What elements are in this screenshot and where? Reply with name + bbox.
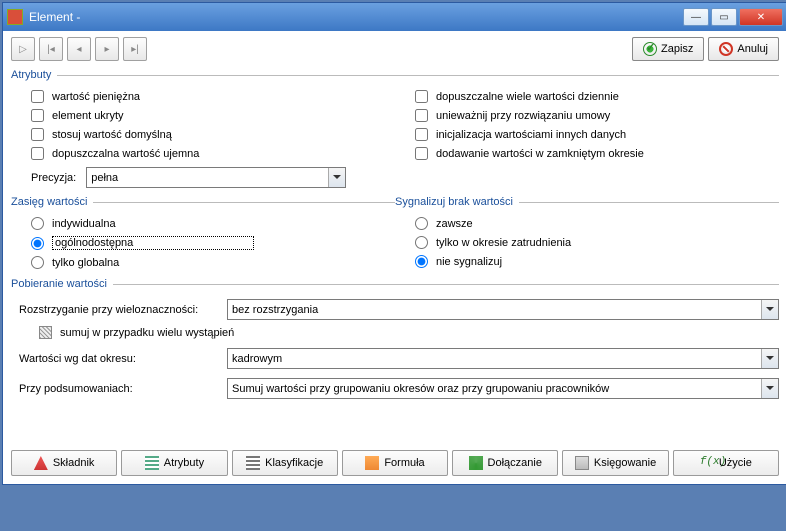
window: Element - — ▭ ✕ ▷ |◂ ◂ ▸ ▸| Zapisz Anulu… [2,2,786,485]
radio-none[interactable]: nie sygnalizuj [395,252,779,271]
tab-component[interactable]: Składnik [11,450,117,476]
chevron-down-icon[interactable] [761,300,778,319]
group-attributes: Atrybuty wartość pieniężna element ukryt… [11,69,779,190]
nav-first-icon[interactable]: |◂ [39,37,63,61]
content: ▷ |◂ ◂ ▸ ▸| Zapisz Anuluj Atrybuty warto… [3,31,786,484]
chk-default[interactable]: stosuj wartość domyślną [11,125,395,144]
radio-always[interactable]: zawsze [395,214,779,233]
formula-icon [365,456,379,470]
cancel-icon [719,42,733,56]
period-combo[interactable]: kadrowym [227,348,779,369]
group-label: Pobieranie wartości [11,278,779,290]
group-fetch: Pobieranie wartości Rozstrzyganie przy w… [11,278,779,402]
summary-combo[interactable]: Sumuj wartości przy grupowaniu okresów o… [227,378,779,399]
nav-prev-icon[interactable]: ◂ [67,37,91,61]
window-title: Element - [29,10,681,24]
tab-accounting[interactable]: Księgowanie [562,450,668,476]
checkbox-disabled-icon [39,326,52,339]
ambig-combo[interactable]: bez rozstrzygania [227,299,779,320]
nav-next-icon[interactable]: ▸ [95,37,119,61]
tab-classifications[interactable]: Klasyfikacje [232,450,338,476]
group-label: Zasięg wartości [11,196,395,208]
maximize-button[interactable]: ▭ [711,8,737,26]
close-button[interactable]: ✕ [739,8,783,26]
ambig-label: Rozstrzyganie przy wieloznaczności: [19,304,219,316]
radio-public[interactable]: ogólnodostępna [11,233,395,253]
component-icon [34,456,48,470]
attributes-icon [145,456,159,470]
app-icon [7,9,23,25]
precision-combo[interactable]: pełna [86,167,346,188]
radio-employment[interactable]: tylko w okresie zatrudnienia [395,233,779,252]
usage-icon: f(x) [700,456,714,470]
bottom-tabs: Składnik Atrybuty Klasyfikacje Formuła D… [11,450,779,476]
titlebar[interactable]: Element - — ▭ ✕ [3,3,786,31]
chk-init[interactable]: inicjalizacja wartościami innych danych [395,125,779,144]
chk-invalidate[interactable]: unieważnij przy rozwiązaniu umowy [395,106,779,125]
accounting-icon [575,456,589,470]
nav-play-icon[interactable]: ▷ [11,37,35,61]
chevron-down-icon[interactable] [328,168,345,187]
classifications-icon [246,456,260,470]
tab-attach[interactable]: Dołączanie [452,450,558,476]
group-label: Atrybuty [11,69,779,81]
chk-closed-period[interactable]: dodawanie wartości w zamkniętym okresie [395,144,779,163]
chk-hidden[interactable]: element ukryty [11,106,395,125]
check-icon [643,42,657,56]
cancel-button[interactable]: Anuluj [708,37,779,61]
nav-last-icon[interactable]: ▸| [123,37,147,61]
chevron-down-icon[interactable] [761,349,778,368]
minimize-button[interactable]: — [683,8,709,26]
chevron-down-icon[interactable] [761,379,778,398]
tab-attributes[interactable]: Atrybuty [121,450,227,476]
radio-individual[interactable]: indywidualna [11,214,395,233]
chk-sum-multi: sumuj w przypadku wielu wystąpień [11,326,779,339]
nav-toolbar: ▷ |◂ ◂ ▸ ▸| Zapisz Anuluj [11,37,779,61]
group-scope: Zasięg wartości indywidualna ogólnodostę… [11,196,395,272]
tab-formula[interactable]: Formuła [342,450,448,476]
save-button[interactable]: Zapisz [632,37,704,61]
summary-label: Przy podsumowaniach: [19,383,219,395]
chk-multi-daily[interactable]: dopuszczalne wiele wartości dziennie [395,87,779,106]
chk-monetary[interactable]: wartość pieniężna [11,87,395,106]
group-signal: Sygnalizuj brak wartości zawsze tylko w … [395,196,779,272]
attach-icon [469,456,483,470]
group-label: Sygnalizuj brak wartości [395,196,779,208]
chk-negative[interactable]: dopuszczalna wartość ujemna [11,144,395,163]
tab-usage[interactable]: f(x)Użycie [673,450,779,476]
radio-global[interactable]: tylko globalna [11,253,395,272]
period-label: Wartości wg dat okresu: [19,353,219,365]
precision-label: Precyzja: [31,172,76,184]
